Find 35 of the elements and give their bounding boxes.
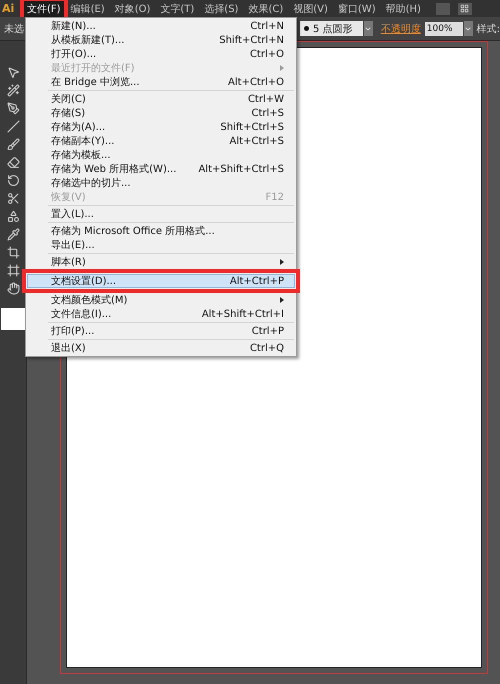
menu-bar-item[interactable]: 文件(F): [24, 0, 64, 16]
menu-item[interactable]: 存储选中的切片...: [27, 176, 295, 190]
opacity-field[interactable]: 100%: [424, 22, 463, 36]
app-logo: Ai: [2, 2, 16, 15]
menu-bar-item[interactable]: 对象(O): [112, 0, 154, 16]
menu-item[interactable]: 存储为模板...: [27, 148, 295, 162]
menu-item[interactable]: 脚本(R): [27, 255, 295, 269]
menu-item[interactable]: 存储为 Web 所用格式(W)... Alt+Shift+Ctrl+S: [27, 162, 295, 176]
opacity-label[interactable]: 不透明度: [380, 22, 421, 36]
menu-bar-item[interactable]: 编辑(E): [68, 0, 108, 16]
menu-bar-item[interactable]: 窗口(W): [334, 0, 379, 16]
menu-item[interactable]: 打开(O)... Ctrl+O: [27, 47, 295, 61]
menu-item[interactable]: 存储副本(Y)... Alt+Ctrl+S: [27, 134, 295, 148]
menu-item[interactable]: 导出(E)...: [27, 238, 295, 252]
selection-label: 未选: [4, 22, 24, 36]
brush-label: 5 点圆形: [313, 22, 353, 36]
menu-item[interactable]: 文档颜色模式(M): [27, 293, 295, 307]
menu-item[interactable]: 关闭(C) Ctrl+W: [27, 92, 295, 106]
menu-item[interactable]: 退出(X) Ctrl+Q: [27, 341, 295, 355]
menu-bar-item[interactable]: 选择(S): [201, 0, 242, 16]
menu-item[interactable]: 新建(N)... Ctrl+N: [27, 19, 295, 33]
brush-dropdown[interactable]: 5 点圆形: [300, 21, 364, 36]
menu-item[interactable]: 置入(L)...: [27, 207, 295, 221]
menu-bar-item[interactable]: 帮助(H): [382, 0, 424, 16]
menu-item[interactable]: 在 Bridge 中浏览... Alt+Ctrl+O: [27, 75, 295, 89]
menu-item[interactable]: 存储为 Microsoft Office 所用格式...: [27, 224, 295, 238]
menu-bar-item[interactable]: 文字(T): [157, 0, 198, 16]
menu-item[interactable]: 文件信息(I)... Alt+Shift+Ctrl+I: [27, 307, 295, 321]
menu-item[interactable]: 存储(S) Ctrl+S: [27, 106, 295, 120]
menu-item[interactable]: 打印(P)... Ctrl+P: [27, 324, 295, 338]
menu-bar-item[interactable]: 效果(C): [245, 0, 286, 16]
menu-item[interactable]: 从模板新建(T)... Shift+Ctrl+N: [27, 33, 295, 47]
menu-bar-item[interactable]: 视图(V): [290, 0, 331, 16]
style-label: 样式:: [476, 22, 500, 36]
menu-item[interactable]: 存储为(A)... Shift+Ctrl+S: [27, 120, 295, 134]
